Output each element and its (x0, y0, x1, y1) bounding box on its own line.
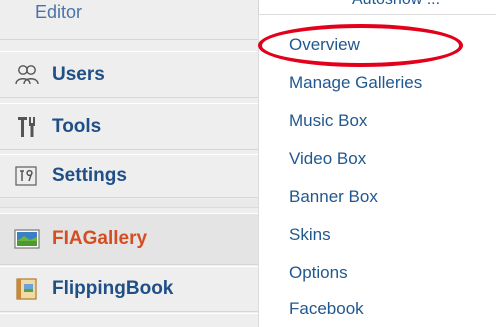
admin-screen: Editor Users Tools Settings FIAGallery F… (0, 0, 496, 327)
submenu-item-facebook[interactable]: Facebook (289, 299, 364, 319)
sidebar-item-tools[interactable]: Tools (0, 103, 258, 150)
tools-icon (14, 115, 40, 139)
sidebar-item-label: FIAGallery (52, 228, 148, 249)
submenu-item-overview[interactable]: Overview (289, 35, 360, 55)
fiagallery-submenu: Overview Manage Galleries Music Box Vide… (258, 14, 496, 327)
sidebar-item-settings[interactable]: Settings (0, 154, 258, 198)
sidebar-item-fiagallery[interactable]: FIAGallery (0, 213, 258, 265)
cropped-top-link[interactable]: Autoshow ... (352, 0, 440, 9)
users-icon (14, 63, 40, 87)
gallery-icon (14, 227, 40, 251)
sidebar-item-label[interactable]: Editor (35, 2, 82, 23)
submenu-item-music-box[interactable]: Music Box (289, 111, 367, 131)
sidebar-item-editor[interactable]: Editor (0, 0, 258, 40)
book-icon (14, 277, 40, 301)
submenu-item-manage-galleries[interactable]: Manage Galleries (289, 73, 422, 93)
submenu-item-options[interactable]: Options (289, 263, 348, 283)
sidebar-item-partial (0, 313, 258, 327)
menu-separator (0, 199, 258, 208)
submenu-item-banner-box[interactable]: Banner Box (289, 187, 378, 207)
sidebar-item-users[interactable]: Users (0, 51, 258, 98)
sidebar-item-label: Tools (52, 115, 102, 137)
sidebar-item-label: FlippingBook (52, 278, 174, 299)
sidebar-item-label: Users (52, 63, 105, 85)
settings-icon (14, 164, 40, 188)
sidebar-item-flippingbook[interactable]: FlippingBook (0, 266, 258, 312)
submenu-item-video-box[interactable]: Video Box (289, 149, 366, 169)
sidebar-item-label: Settings (52, 165, 127, 186)
submenu-item-skins[interactable]: Skins (289, 225, 331, 245)
admin-sidebar: Editor Users Tools Settings FIAGallery F… (0, 0, 259, 327)
